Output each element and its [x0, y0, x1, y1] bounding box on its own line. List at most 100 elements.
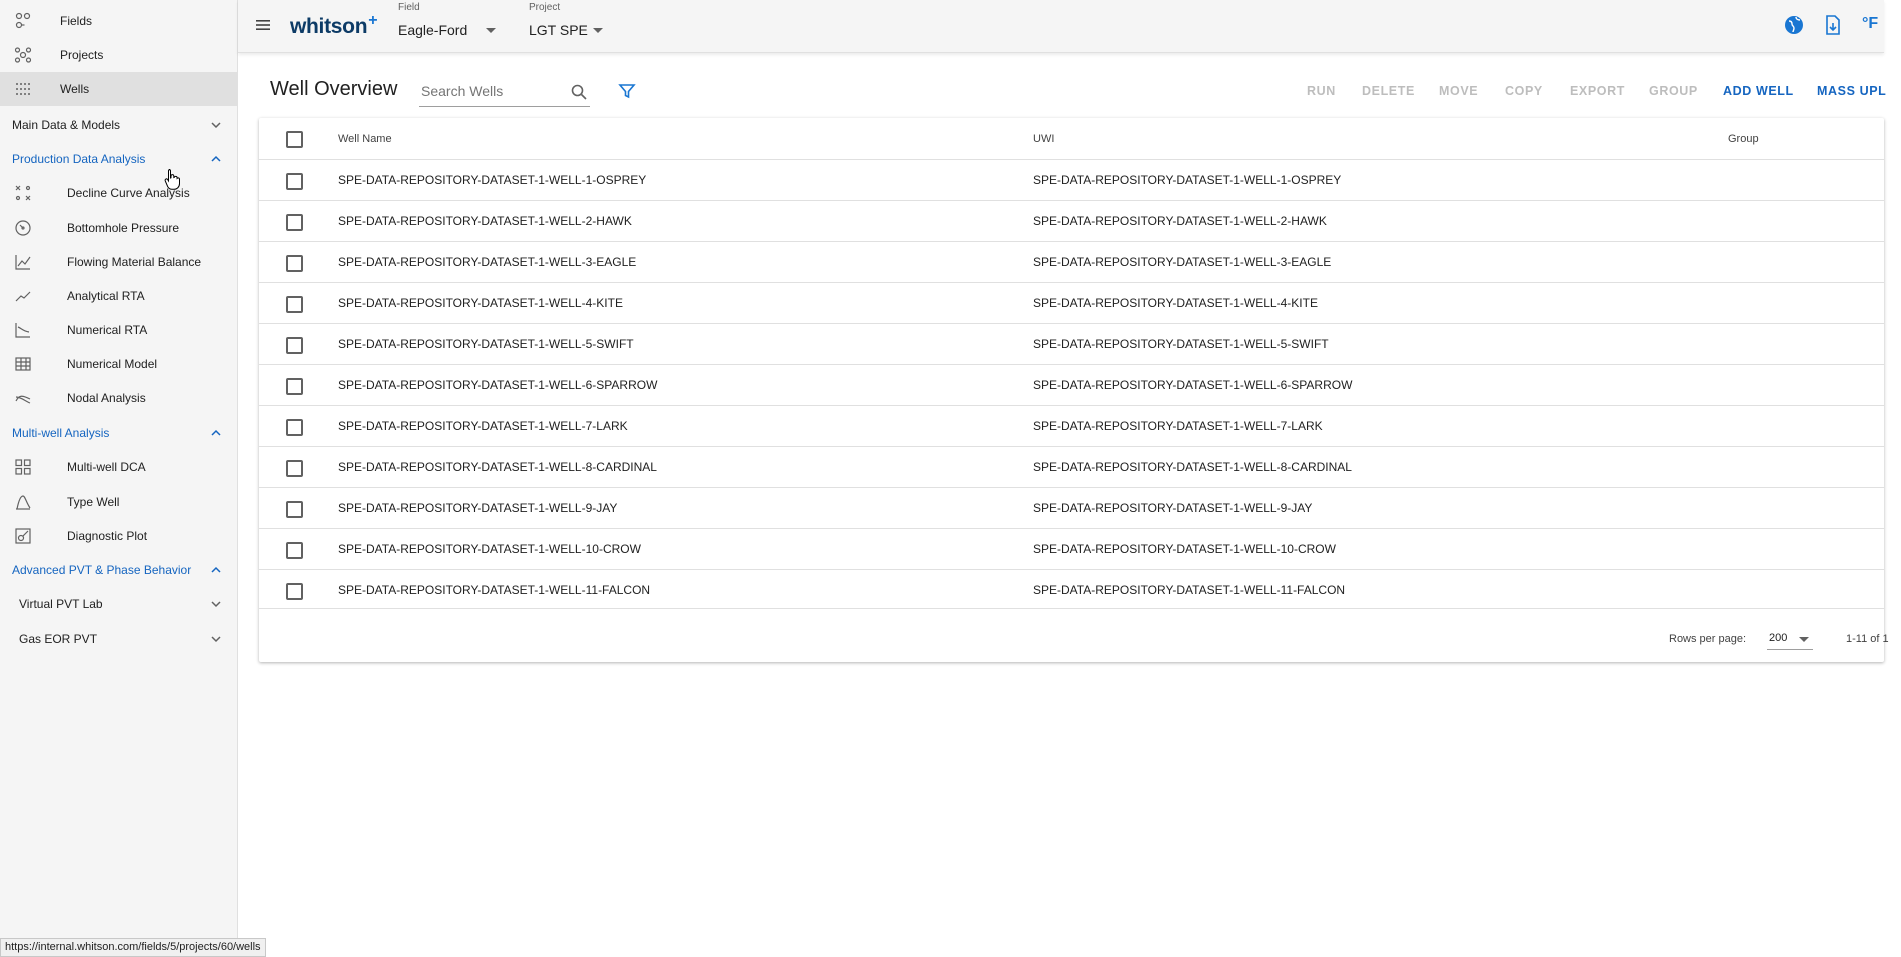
- column-header-uwi[interactable]: UWI: [1033, 133, 1054, 145]
- sidebar-item-projects[interactable]: Projects: [0, 38, 238, 72]
- sidebar-item-numerical-model[interactable]: Numerical Model: [0, 347, 238, 381]
- well-name-cell[interactable]: SPE-DATA-REPOSITORY-DATASET-1-WELL-7-LAR…: [338, 419, 628, 433]
- table-row[interactable]: SPE-DATA-REPOSITORY-DATASET-1-WELL-3-EAG…: [259, 241, 1884, 282]
- sidebar-item-type-well[interactable]: Type Well: [0, 485, 238, 519]
- row-checkbox[interactable]: [286, 214, 303, 231]
- well-name-cell[interactable]: SPE-DATA-REPOSITORY-DATASET-1-WELL-5-SWI…: [338, 337, 634, 351]
- uwi-cell: SPE-DATA-REPOSITORY-DATASET-1-WELL-5-SWI…: [1033, 337, 1329, 351]
- sidebar-item-bottomhole-pressure[interactable]: Bottomhole Pressure: [0, 211, 238, 245]
- sidebar-item-wells[interactable]: Wells: [0, 72, 238, 106]
- menu-icon[interactable]: [254, 16, 272, 34]
- field-caret-icon[interactable]: [486, 28, 496, 33]
- globe-icon[interactable]: [1783, 14, 1805, 36]
- table-row[interactable]: SPE-DATA-REPOSITORY-DATASET-1-WELL-8-CAR…: [259, 446, 1884, 487]
- group-button[interactable]: GROUP: [1649, 84, 1698, 98]
- table-row[interactable]: SPE-DATA-REPOSITORY-DATASET-1-WELL-4-KIT…: [259, 282, 1884, 323]
- filter-icon[interactable]: [618, 82, 636, 100]
- sidebar-item-virtual-pvt-lab[interactable]: Virtual PVT Lab: [0, 587, 238, 621]
- well-name-cell[interactable]: SPE-DATA-REPOSITORY-DATASET-1-WELL-3-EAG…: [338, 255, 636, 269]
- row-checkbox[interactable]: [286, 296, 303, 313]
- select-all-checkbox[interactable]: [286, 131, 303, 148]
- well-name-cell[interactable]: SPE-DATA-REPOSITORY-DATASET-1-WELL-11-FA…: [338, 583, 650, 597]
- well-name-cell[interactable]: SPE-DATA-REPOSITORY-DATASET-1-WELL-8-CAR…: [338, 460, 657, 474]
- page-title: Well Overview: [270, 78, 398, 100]
- sidebar-item-flowing-material-balance[interactable]: Flowing Material Balance: [0, 245, 238, 279]
- table-row[interactable]: SPE-DATA-REPOSITORY-DATASET-1-WELL-2-HAW…: [259, 200, 1884, 241]
- temperature-unit-toggle[interactable]: °F: [1862, 15, 1878, 33]
- rows-per-page-select[interactable]: 200: [1767, 627, 1813, 650]
- row-checkbox[interactable]: [286, 460, 303, 477]
- rta-chart-icon: [15, 323, 30, 338]
- sidebar-item-nodal-analysis[interactable]: Nodal Analysis: [0, 381, 238, 415]
- delete-button[interactable]: DELETE: [1362, 84, 1415, 98]
- uwi-cell: SPE-DATA-REPOSITORY-DATASET-1-WELL-3-EAG…: [1033, 255, 1332, 269]
- section-label: Multi-well Analysis: [12, 426, 110, 440]
- column-header-well-name[interactable]: Well Name: [338, 133, 392, 145]
- row-checkbox[interactable]: [286, 173, 303, 190]
- grid-four-icon: [15, 459, 31, 475]
- pagination-range: 1-11 of 1: [1846, 633, 1889, 645]
- hand-cursor-icon: [164, 169, 180, 190]
- well-name-cell[interactable]: SPE-DATA-REPOSITORY-DATASET-1-WELL-10-CR…: [338, 542, 641, 556]
- table-row[interactable]: SPE-DATA-REPOSITORY-DATASET-1-WELL-10-CR…: [259, 528, 1884, 569]
- table-row[interactable]: SPE-DATA-REPOSITORY-DATASET-1-WELL-11-FA…: [259, 569, 1884, 610]
- row-checkbox[interactable]: [286, 378, 303, 395]
- app-header: whitson+ Field Eagle-Ford Project LGT SP…: [238, 0, 1884, 53]
- row-checkbox[interactable]: [286, 583, 303, 600]
- section-advanced-pvt[interactable]: Advanced PVT & Phase Behavior: [0, 553, 238, 587]
- row-checkbox[interactable]: [286, 419, 303, 436]
- table-row[interactable]: SPE-DATA-REPOSITORY-DATASET-1-WELL-5-SWI…: [259, 323, 1884, 364]
- field-select[interactable]: Eagle-Ford: [398, 22, 467, 38]
- chevron-up-icon: [211, 155, 221, 162]
- row-checkbox[interactable]: [286, 501, 303, 518]
- project-select[interactable]: LGT SPE: [529, 22, 588, 38]
- sidebar-item-label: Analytical RTA: [67, 289, 145, 303]
- search-input[interactable]: [419, 82, 563, 100]
- sidebar-item-label: Virtual PVT Lab: [19, 597, 103, 611]
- sidebar-item-fields[interactable]: Fields: [0, 4, 238, 38]
- row-checkbox[interactable]: [286, 337, 303, 354]
- move-button[interactable]: MOVE: [1439, 84, 1478, 98]
- uwi-cell: SPE-DATA-REPOSITORY-DATASET-1-WELL-10-CR…: [1033, 542, 1336, 556]
- sidebar-item-label: Projects: [60, 48, 104, 62]
- row-checkbox[interactable]: [286, 255, 303, 272]
- well-name-cell[interactable]: SPE-DATA-REPOSITORY-DATASET-1-WELL-9-JAY: [338, 501, 617, 515]
- table-header-row: Well Name UWI Group: [259, 118, 1884, 159]
- table-row[interactable]: SPE-DATA-REPOSITORY-DATASET-1-WELL-1-OSP…: [259, 159, 1884, 200]
- project-caret-icon[interactable]: [593, 28, 603, 33]
- chevron-up-icon: [211, 566, 221, 573]
- table-row[interactable]: SPE-DATA-REPOSITORY-DATASET-1-WELL-7-LAR…: [259, 405, 1884, 446]
- table-row[interactable]: SPE-DATA-REPOSITORY-DATASET-1-WELL-9-JAY…: [259, 487, 1884, 528]
- download-file-icon[interactable]: [1822, 14, 1844, 36]
- section-label: Advanced PVT & Phase Behavior: [12, 563, 192, 577]
- sidebar-item-multi-well-dca[interactable]: Multi-well DCA: [0, 450, 238, 484]
- sidebar-item-diagnostic-plot[interactable]: Diagnostic Plot: [0, 519, 238, 553]
- sidebar-item-analytical-rta[interactable]: Analytical RTA: [0, 279, 238, 313]
- well-name-cell[interactable]: SPE-DATA-REPOSITORY-DATASET-1-WELL-6-SPA…: [338, 378, 657, 392]
- uwi-cell: SPE-DATA-REPOSITORY-DATASET-1-WELL-8-CAR…: [1033, 460, 1352, 474]
- section-main-data-models[interactable]: Main Data & Models: [0, 108, 238, 142]
- copy-button[interactable]: COPY: [1505, 84, 1543, 98]
- section-production-data-analysis[interactable]: Production Data Analysis: [0, 142, 238, 176]
- fields-icon: [15, 12, 31, 29]
- well-name-cell[interactable]: SPE-DATA-REPOSITORY-DATASET-1-WELL-1-OSP…: [338, 173, 646, 187]
- sidebar-item-decline-curve-analysis[interactable]: Decline Curve Analysis: [0, 176, 238, 210]
- search-icon[interactable]: [570, 83, 588, 101]
- search-field: [419, 80, 590, 107]
- table-row[interactable]: SPE-DATA-REPOSITORY-DATASET-1-WELL-6-SPA…: [259, 364, 1884, 405]
- export-button[interactable]: EXPORT: [1570, 84, 1625, 98]
- table-footer: Rows per page: 200 1-11 of 1: [259, 608, 1889, 662]
- well-name-cell[interactable]: SPE-DATA-REPOSITORY-DATASET-1-WELL-2-HAW…: [338, 214, 632, 228]
- uwi-cell: SPE-DATA-REPOSITORY-DATASET-1-WELL-4-KIT…: [1033, 296, 1318, 310]
- run-button[interactable]: RUN: [1307, 84, 1336, 98]
- sidebar-item-gas-eor-pvt[interactable]: Gas EOR PVT: [0, 622, 238, 656]
- mass-upload-button[interactable]: MASS UPL: [1817, 84, 1886, 98]
- diagnostic-icon: [15, 528, 31, 544]
- column-header-group[interactable]: Group: [1728, 133, 1759, 145]
- sidebar-item-numerical-rta[interactable]: Numerical RTA: [0, 313, 238, 347]
- brand-logo[interactable]: whitson+: [290, 12, 378, 39]
- row-checkbox[interactable]: [286, 542, 303, 559]
- section-multi-well-analysis[interactable]: Multi-well Analysis: [0, 416, 238, 450]
- well-name-cell[interactable]: SPE-DATA-REPOSITORY-DATASET-1-WELL-4-KIT…: [338, 296, 623, 310]
- add-well-button[interactable]: ADD WELL: [1723, 84, 1794, 98]
